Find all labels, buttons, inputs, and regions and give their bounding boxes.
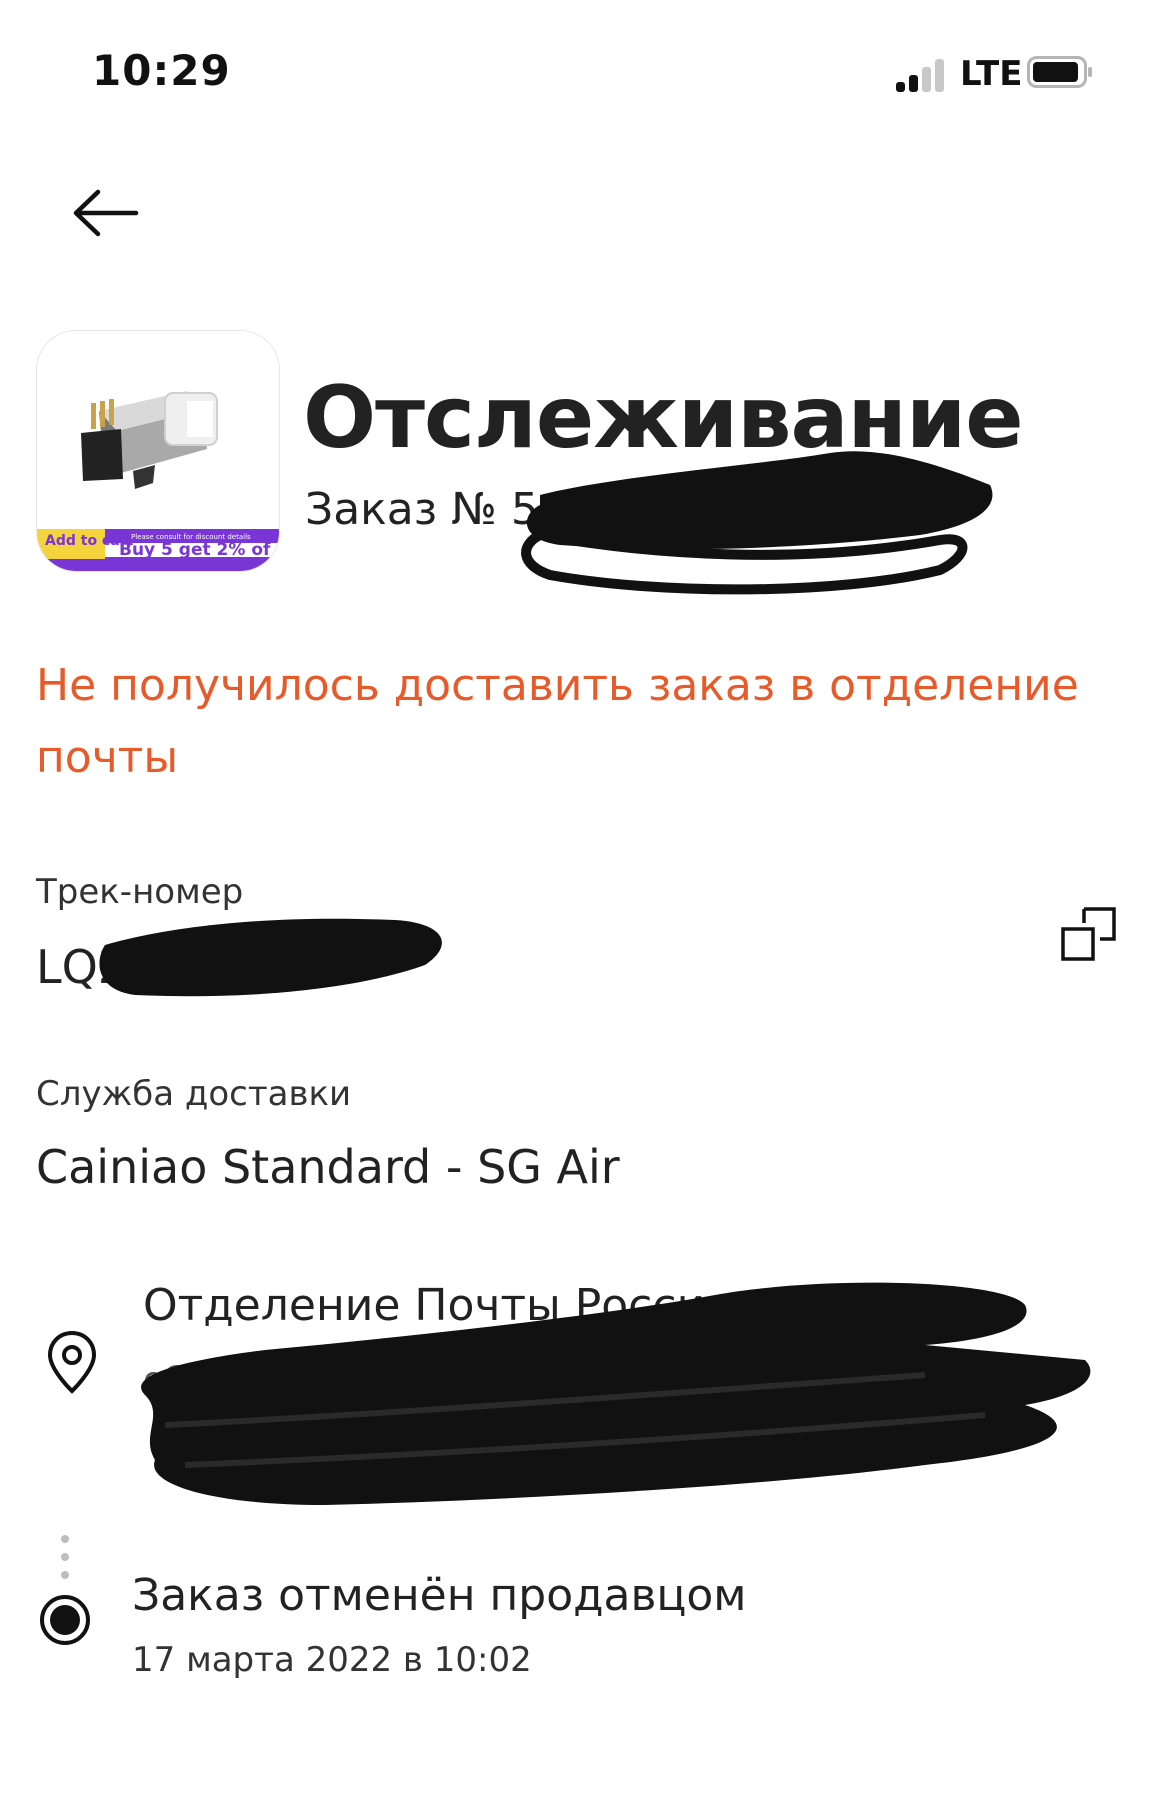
copy-icon[interactable] (1060, 905, 1118, 963)
delivery-service-label: Служба доставки (36, 1074, 352, 1114)
timeline-status-icon (40, 1595, 90, 1645)
tracking-number: LQ2 (36, 940, 128, 994)
signal-icon (896, 58, 948, 92)
order-label: Заказ № (305, 484, 497, 535)
page-title: Отслеживание (303, 368, 1024, 468)
status-time: 10:29 (92, 46, 231, 95)
cartridge-product-image: Add to cart Please consult for discount … (37, 331, 279, 571)
network-type: LTE (960, 54, 1023, 94)
delivery-service-value: Cainiao Standard - SG Air (36, 1140, 620, 1194)
pickup-point-name: Отделение Почты России (143, 1280, 734, 1331)
timeline-connector (60, 1535, 70, 1595)
redaction-scribble (99, 918, 442, 997)
order-number: Заказ № 5 (305, 484, 539, 535)
order-number-value: 5 (510, 484, 539, 535)
product-thumbnail: Add to cart Please consult for discount … (36, 330, 280, 572)
timeline-event-date: 17 марта 2022 в 10:02 (132, 1640, 532, 1680)
timeline-event-title: Заказ отменён продавцом (132, 1570, 747, 1621)
promo-text: Buy 5 get 2% of (119, 540, 271, 560)
location-pin-icon (47, 1330, 97, 1394)
pickup-point-address: об (143, 1360, 185, 1400)
battery-icon (1027, 56, 1092, 88)
back-arrow-icon[interactable] (72, 188, 140, 238)
tracking-label: Трек-номер (36, 872, 244, 912)
delivery-failed-alert: Не получилось доставить заказ в отделени… (36, 660, 1079, 783)
